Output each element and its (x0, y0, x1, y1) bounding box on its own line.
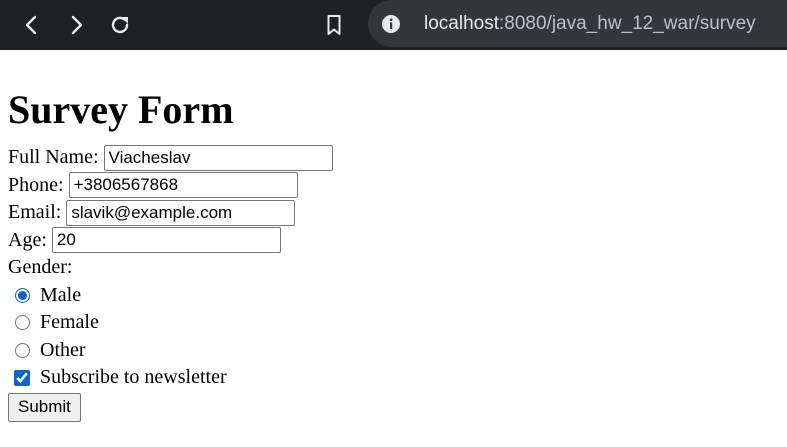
survey-form: Full Name: Phone: Email: Age: Gender: Ma… (8, 144, 778, 422)
gender-option-male[interactable]: Male (8, 282, 778, 310)
gender-option-label: Female (40, 311, 99, 334)
gender-radio-other[interactable] (15, 342, 30, 358)
full-name-input[interactable] (103, 144, 333, 171)
newsletter-checkbox[interactable] (14, 369, 30, 386)
url-text: localhost:8080/java_hw_12_war/survey (424, 13, 756, 35)
gender-option-female[interactable]: Female (8, 309, 778, 337)
back-arrow-icon (25, 15, 37, 35)
bookmark-icon (327, 15, 341, 35)
age-row: Age: (8, 227, 778, 255)
email-row: Email: (8, 199, 778, 227)
email-input[interactable] (66, 199, 296, 226)
newsletter-label: Subscribe to newsletter (40, 366, 227, 389)
phone-input[interactable] (68, 172, 298, 199)
gender-option-label: Other (40, 338, 86, 361)
address-bar[interactable]: localhost:8080/java_hw_12_war/survey (368, 0, 787, 47)
submit-button[interactable]: Submit (8, 392, 81, 422)
age-input[interactable] (51, 227, 281, 254)
bookmark-button[interactable] (316, 7, 352, 43)
reload-icon (111, 16, 129, 34)
full-name-row: Full Name: (8, 144, 778, 172)
browser-toolbar: localhost:8080/java_hw_12_war/survey (0, 0, 787, 50)
info-icon (382, 14, 400, 33)
gender-option-other[interactable]: Other (8, 337, 778, 365)
url-host: localhost (424, 12, 499, 34)
forward-button[interactable] (58, 7, 94, 43)
reload-button[interactable] (102, 7, 138, 43)
url-path: :8080/java_hw_12_war/survey (499, 12, 756, 34)
phone-label: Phone: (8, 173, 64, 196)
age-label: Age: (8, 228, 47, 251)
gender-radio-female[interactable] (15, 315, 30, 331)
email-label: Email: (8, 201, 62, 224)
gender-radio-male[interactable] (15, 287, 30, 303)
full-name-label: Full Name: (8, 146, 99, 169)
back-button[interactable] (14, 7, 50, 43)
gender-label: Gender: (8, 256, 73, 279)
phone-row: Phone: (8, 172, 778, 200)
forward-arrow-icon (71, 15, 83, 35)
site-info-button[interactable] (380, 13, 402, 35)
gender-option-label: Male (40, 283, 82, 306)
page-title: Survey Form (8, 87, 234, 132)
page-content: Survey Form Full Name: Phone: Email: Age… (8, 56, 778, 422)
newsletter-option[interactable]: Subscribe to newsletter (8, 364, 778, 392)
